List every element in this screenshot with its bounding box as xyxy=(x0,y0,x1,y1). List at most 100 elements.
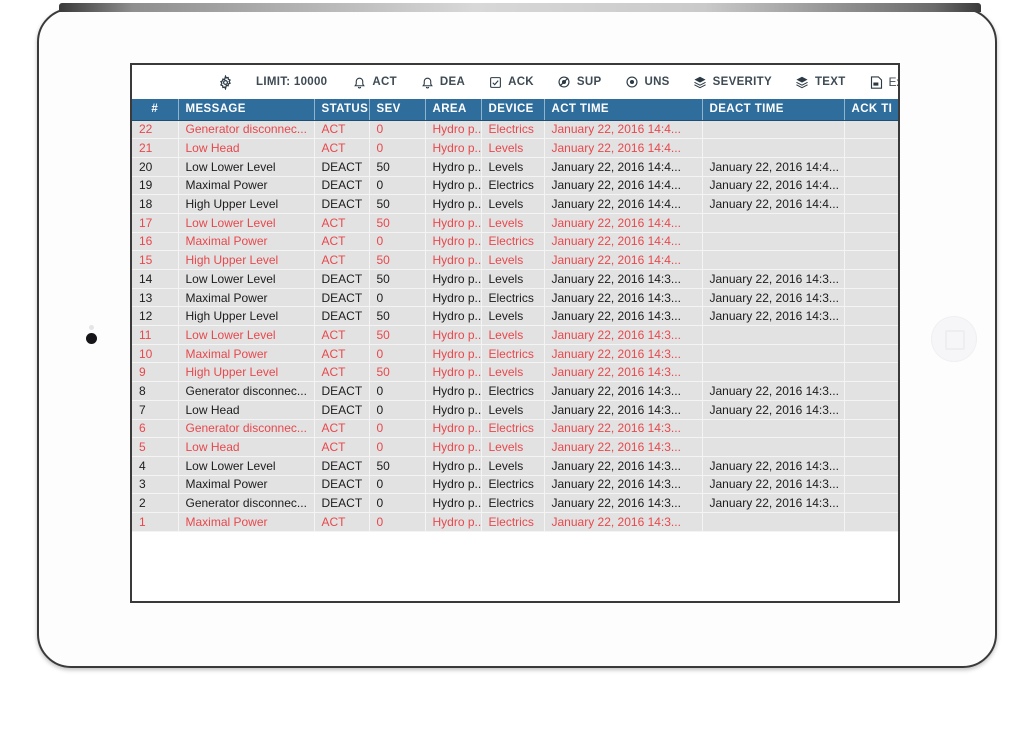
table-row[interactable]: 14 Low Lower Level DEACT 50 Hydro p... Levels… xyxy=(132,269,898,289)
cell-sev: 0 xyxy=(369,138,426,158)
table-row[interactable]: 13 Maximal Power DEACT 0 Hydro p... Electrics… xyxy=(132,288,898,308)
cell-act: January 22, 2016 14:4... xyxy=(544,157,703,177)
table-empty-area xyxy=(132,531,898,601)
filter-dea-button[interactable]: DEA xyxy=(420,75,465,90)
device-bezel-edge xyxy=(59,3,981,12)
cell-act: January 22, 2016 14:4... xyxy=(544,250,703,270)
cell-status: ACT xyxy=(314,138,370,158)
column-header-message[interactable]: MESSAGE xyxy=(178,99,315,121)
table-row[interactable]: 17 Low Lower Level ACT 50 Hydro p... Levels Ja… xyxy=(132,213,898,233)
table-row[interactable]: 15 High Upper Level ACT 50 Hydro p... Levels J… xyxy=(132,250,898,270)
column-header-device[interactable]: DEVICE xyxy=(481,99,545,121)
filter-uns-button[interactable]: UNS xyxy=(624,75,669,90)
cell-msg: Maximal Power xyxy=(178,232,315,252)
table-row[interactable]: 20 Low Lower Level DEACT 50 Hydro p... Levels… xyxy=(132,157,898,177)
cell-deact: January 22, 2016 14:4... xyxy=(702,157,845,177)
cell-status: DEACT xyxy=(314,381,370,401)
table-row[interactable]: 11 Low Lower Level ACT 50 Hydro p... Levels Ja… xyxy=(132,325,898,345)
cell-sev: 0 xyxy=(369,120,426,140)
cell-deact: January 22, 2016 14:4... xyxy=(702,194,845,214)
cell-area: Hydro p... xyxy=(425,437,482,457)
table-row[interactable]: 19 Maximal Power DEACT 0 Hydro p... Electrics… xyxy=(132,176,898,196)
cell-ack xyxy=(844,475,898,495)
checkbox-checked-icon xyxy=(488,75,503,90)
table-row[interactable]: 1 Maximal Power ACT 0 Hydro p... Electrics Jan… xyxy=(132,512,898,532)
cell-status: ACT xyxy=(314,344,370,364)
cell-num: 15 xyxy=(132,250,179,270)
table-row[interactable]: 9 High Upper Level ACT 50 Hydro p... Levels Ja… xyxy=(132,362,898,383)
cell-ack xyxy=(844,512,898,532)
filter-sup-button[interactable]: SUP xyxy=(557,75,602,90)
cell-sev: 50 xyxy=(369,194,426,214)
front-camera-icon xyxy=(86,333,97,344)
table-row[interactable]: 18 High Upper Level DEACT 50 Hydro p... Level… xyxy=(132,194,898,214)
cell-deact: January 22, 2016 14:3... xyxy=(702,475,845,495)
export-button[interactable]: Export xyxy=(869,75,898,90)
cell-area: Hydro p... xyxy=(425,381,482,401)
cell-status: DEACT xyxy=(314,157,370,177)
cell-device: Electrics xyxy=(481,512,545,532)
cell-ack xyxy=(844,232,898,252)
cell-status: DEACT xyxy=(314,475,370,495)
table-row[interactable]: 7 Low Head DEACT 0 Hydro p... Levels January 2… xyxy=(132,400,898,420)
table-row[interactable]: 22 Generator disconnec... ACT 0 Hydro p... El… xyxy=(132,120,898,140)
cell-act: January 22, 2016 14:3... xyxy=(544,306,703,327)
table-row[interactable]: 4 Low Lower Level DEACT 50 Hydro p... Levels J… xyxy=(132,456,898,476)
cell-ack xyxy=(844,344,898,364)
cell-msg: Low Lower Level xyxy=(178,325,315,345)
cell-sev: 50 xyxy=(369,362,426,383)
cell-act: January 22, 2016 14:4... xyxy=(544,194,703,214)
cell-area: Hydro p... xyxy=(425,362,482,383)
column-header-sev[interactable]: SEV xyxy=(369,99,426,121)
cell-device: Levels xyxy=(481,138,545,158)
table-row[interactable]: 12 High Upper Level DEACT 50 Hydro p... Level… xyxy=(132,306,898,327)
table-row[interactable]: 10 Maximal Power ACT 0 Hydro p... Electrics Ja… xyxy=(132,344,898,364)
cell-ack xyxy=(844,120,898,140)
cell-device: Levels xyxy=(481,437,545,457)
sort-severity-button[interactable]: SEVERITY xyxy=(693,75,772,90)
cell-deact xyxy=(702,213,845,233)
filter-ack-button[interactable]: ACK xyxy=(488,75,534,90)
column-header-area[interactable]: AREA xyxy=(425,99,482,121)
table-row[interactable]: 21 Low Head ACT 0 Hydro p... Levels January 22… xyxy=(132,138,898,158)
cell-num: 5 xyxy=(132,437,179,457)
cell-sev: 0 xyxy=(369,419,426,439)
settings-button[interactable] xyxy=(218,74,233,90)
cell-act: January 22, 2016 14:4... xyxy=(544,138,703,158)
cell-area: Hydro p... xyxy=(425,232,482,252)
filter-ack-label: ACK xyxy=(508,76,534,88)
table-row[interactable]: 2 Generator disconnec... DEACT 0 Hydro p... E… xyxy=(132,493,898,513)
cell-status: ACT xyxy=(314,419,370,439)
cell-ack xyxy=(844,250,898,270)
column-header-num[interactable]: # xyxy=(132,99,179,121)
cell-act: January 22, 2016 14:3... xyxy=(544,325,703,345)
bell-icon xyxy=(420,75,435,90)
cell-status: ACT xyxy=(314,232,370,252)
cell-msg: Generator disconnec... xyxy=(178,120,315,140)
cell-device: Levels xyxy=(481,250,545,270)
cell-status: ACT xyxy=(314,437,370,457)
column-header-ack-time[interactable]: ACK TI xyxy=(844,99,898,121)
column-header-act-time[interactable]: ACT TIME xyxy=(544,99,703,121)
table-row[interactable]: 6 Generator disconnec... ACT 0 Hydro p... Ele… xyxy=(132,419,898,439)
cell-act: January 22, 2016 14:3... xyxy=(544,288,703,308)
table-row[interactable]: 8 Generator disconnec... DEACT 0 Hydro p... E… xyxy=(132,381,898,401)
cell-status: DEACT xyxy=(314,176,370,196)
cell-sev: 0 xyxy=(369,176,426,196)
table-row[interactable]: 5 Low Head ACT 0 Hydro p... Levels January 22,… xyxy=(132,437,898,457)
table-row[interactable]: 3 Maximal Power DEACT 0 Hydro p... Electrics J… xyxy=(132,475,898,495)
cell-num: 13 xyxy=(132,288,179,308)
filter-act-button[interactable]: ACT xyxy=(352,75,397,90)
column-header-status[interactable]: STATUS xyxy=(314,99,370,121)
sort-severity-label: SEVERITY xyxy=(712,76,772,88)
column-header-deact-time[interactable]: DEACT TIME xyxy=(702,99,845,121)
cell-device: Electrics xyxy=(481,475,545,495)
cell-msg: Generator disconnec... xyxy=(178,419,315,439)
table-row[interactable]: 16 Maximal Power ACT 0 Hydro p... Electrics Ja… xyxy=(132,232,898,252)
cell-status: DEACT xyxy=(314,288,370,308)
home-button[interactable] xyxy=(931,316,977,362)
cell-num: 11 xyxy=(132,325,179,345)
cell-sev: 50 xyxy=(369,213,426,233)
sort-text-button[interactable]: TEXT xyxy=(795,75,846,90)
cell-msg: Maximal Power xyxy=(178,288,315,308)
